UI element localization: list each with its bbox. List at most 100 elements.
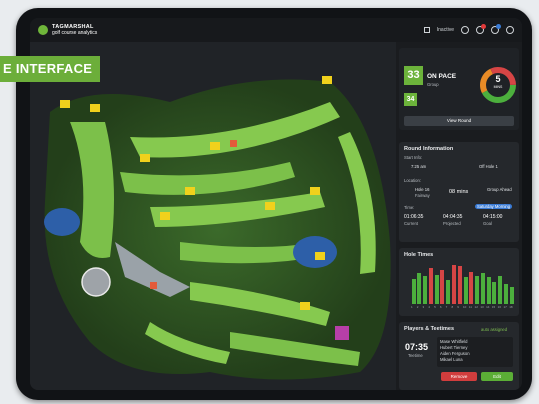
hole-time-bar[interactable] [411,278,416,304]
hole-times-title: Hole Times [404,252,434,258]
course-map[interactable] [30,42,396,390]
top-bar-actions: Inactive [423,24,514,34]
side-panel: 33 34 ON PACE Group 5 MINS View Round Ro… [396,42,522,390]
flag-marker[interactable] [322,76,332,84]
flag-marker[interactable] [210,142,220,150]
hole-time-bar[interactable] [440,270,445,304]
auto-assigned-label: auto assigned [481,327,508,332]
hole-x-tick: 5 [434,305,436,309]
interface-banner: E INTERFACE [0,56,100,82]
hole-time-bar[interactable] [475,276,480,304]
hole-x-ticks: 1 2 3 4 5 6 7 8 9 10 11 12 13 14 15 16 17 18 [411,305,515,311]
pace-status: ON PACE [427,73,457,80]
hole-time-bar[interactable] [434,274,439,304]
water-hazard [44,208,80,236]
hole-time-bar[interactable] [469,271,474,304]
hole-x-tick: 17 [503,305,507,309]
hole-x-tick: 16 [497,305,501,309]
teetime-value: 07:35 [405,342,429,352]
hole-time-bar[interactable] [463,277,468,304]
current-time: 01:06:35 [404,214,424,220]
projected-time-label: Projected [443,221,461,226]
hole-time-bar[interactable] [417,273,422,304]
group-number-badge[interactable]: 33 [404,66,423,85]
time-label: Time: [404,205,415,210]
flag-marker[interactable] [310,187,320,195]
flag-marker[interactable] [60,100,70,108]
hole-x-tick: 11 [468,305,472,309]
group-marker[interactable] [230,140,237,147]
gap-minutes: 08 mins [449,189,469,195]
hole-time-bar[interactable] [486,277,491,304]
hole-time-bar[interactable] [446,280,451,304]
hole-times-axis: 1 2 3 4 5 6 7 8 9 10 11 12 13 14 15 16 17 18 [411,305,515,311]
pace-minutes-label: MINS [493,85,503,89]
start-hole: Off Hole 1 [479,164,498,169]
hole-times-card: Hole Times 1 2 3 4 5 6 7 8 9 10 11 12 13 14 15 16 17 18 [399,248,519,316]
hole-location: Hole 16 [415,187,430,192]
hole-time-bar[interactable] [452,264,457,304]
hole-x-tick: 3 [422,305,425,309]
hole-x-tick: 8 [451,305,454,309]
hole-x-tick: 9 [457,305,459,309]
group-marker[interactable] [150,282,157,289]
edit-button[interactable]: Edit [481,372,513,381]
grid-view-icon[interactable] [423,27,430,33]
hole-x-tick: 10 [463,305,467,309]
hole-x-tick: 18 [509,305,513,309]
location-label: Location: [404,178,421,183]
hole-18-marker[interactable] [335,326,349,340]
hole-time-bar[interactable] [480,273,485,304]
flag-marker[interactable] [185,187,195,195]
brand-subtitle: golf course analytics [52,30,98,36]
round-info-card: Round Information Start Info: 7:25 am Of… [399,142,519,242]
round-info-title: Round Information [404,146,454,152]
hole-location-sub: Fairway [415,193,430,198]
remove-button[interactable]: Remove [441,372,477,381]
pace-status-sub: Group [427,82,439,87]
inactive-toggle[interactable]: Inactive [437,27,454,33]
teetime-label: Teetime [408,353,423,358]
brand-logo[interactable]: TAGMARSHAL golf course analytics [52,24,97,36]
hole-time-bar[interactable] [504,284,509,304]
group-ahead-label: Group Ahead [487,187,512,192]
hole-time-bar[interactable] [509,287,514,304]
hole-time-bar[interactable] [498,276,503,304]
player-list: Mase Whitfield Hubert Tierney Aiden Ferg… [437,337,513,367]
hole-x-tick: 6 [439,305,442,309]
hole-x-tick: 14 [486,305,490,309]
hole-x-tick: 1 [411,305,413,309]
view-round-button[interactable]: View Round [404,116,514,126]
hole-time-bar[interactable] [428,267,433,304]
hole-x-tick: 7 [445,305,448,309]
notification-badge [481,24,486,29]
flag-marker[interactable] [315,252,325,260]
hole-x-tick: 2 [416,305,419,309]
hole-x-tick: 15 [491,305,496,309]
projected-time: 04:04:35 [443,214,463,220]
hole-time-bar[interactable] [457,266,462,304]
hole-x-tick: 13 [480,305,484,309]
top-bar: TAGMARSHAL golf course analytics Inactiv… [30,18,522,42]
course-map-svg[interactable] [30,42,396,390]
player-name[interactable]: Mikael Luna [440,357,510,363]
hole-time-bar[interactable] [492,281,497,304]
message-badge [496,24,501,29]
hole-time-bar[interactable] [423,276,428,304]
user-avatar-icon[interactable] [506,26,514,34]
players-card: Players & Teetimes auto assigned 07:35 T… [399,322,519,390]
hole-times-chart [411,262,515,304]
flag-marker[interactable] [140,154,150,162]
eye-icon[interactable] [461,26,469,34]
flag-marker[interactable] [300,302,310,310]
goal-time-label: Goal [483,221,492,226]
golfer-marker-icon[interactable] [81,267,111,297]
flag-marker[interactable] [90,104,100,112]
start-time: 7:25 am [411,164,427,169]
flag-marker[interactable] [265,202,275,210]
next-group-badge[interactable]: 34 [404,93,417,106]
flag-marker[interactable] [160,212,170,220]
message-icon[interactable] [491,24,501,34]
current-time-label: Current [404,221,418,226]
notification-icon[interactable] [476,24,486,34]
